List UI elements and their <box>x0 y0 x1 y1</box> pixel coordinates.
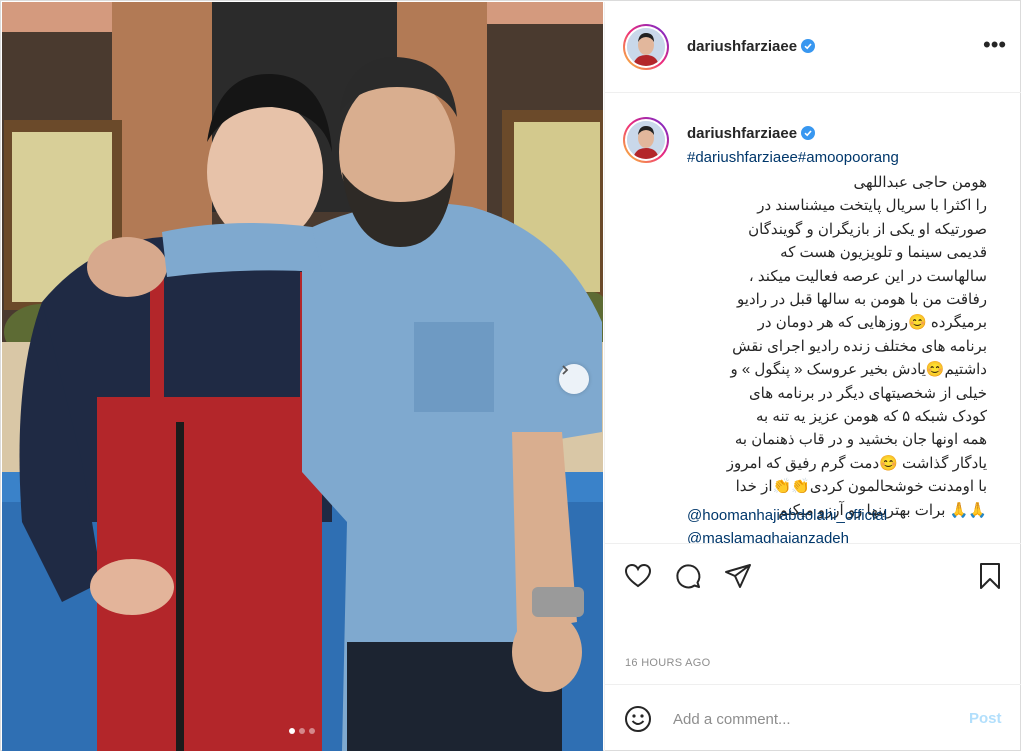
caption-line: با اومدنت خوشحالمون کردی👏👏از خدا <box>735 478 987 496</box>
like-heart-icon[interactable] <box>623 561 653 591</box>
caption-line: سالهاست در این عرصه فعالیت میکند ، <box>748 267 987 285</box>
username-text[interactable]: dariushfarziaee <box>687 125 797 142</box>
save-bookmark-icon[interactable] <box>975 561 1005 591</box>
caption-line: برمیگرده 😊روزهایی که هر دومان در <box>757 314 987 332</box>
verified-badge-icon <box>801 126 816 140</box>
next-photo-button[interactable] <box>559 364 589 394</box>
avatar-image <box>627 121 665 159</box>
caption-line: یادگار گذاشت 😊دمت گرم رفیق که امروز <box>726 454 987 472</box>
comment-form: Post <box>605 686 1021 751</box>
caption-line: رفاقت من با هومن به سالها قبل در رادیو <box>737 291 987 309</box>
carousel-dot <box>289 728 295 734</box>
caption-line: را اکثرا با سریال پایتخت میشناسند در <box>757 197 987 215</box>
caption-line: صورتیکه او یکی از بازیگران و گویندگان <box>748 220 987 238</box>
post-caption: dariushfarziaee #dariushfarziaee#amoopoo… <box>605 94 1021 543</box>
post-actions: 16 HOURS AGO <box>605 543 1021 685</box>
emoji-icon[interactable] <box>623 704 653 734</box>
post-timestamp[interactable]: 16 HOURS AGO <box>625 657 711 669</box>
carousel-dot <box>309 728 315 734</box>
post-header: dariushfarziaee ••• <box>605 2 1021 93</box>
post-dialog: dariushfarziaee ••• dariushfarziaee #dar… <box>0 0 1021 751</box>
caption-line: داشتیم😊یادش بخیر عروسک « پنگول » و <box>730 361 987 379</box>
carousel-dot <box>299 728 305 734</box>
post-comment-button[interactable]: Post <box>969 710 1002 727</box>
caption-username[interactable]: dariushfarziaee <box>687 125 816 142</box>
caption-line: هومن حاجی عبداللهی <box>853 174 987 191</box>
header-username[interactable]: dariushfarziaee <box>687 38 816 55</box>
avatar-image <box>627 28 665 66</box>
caption-line: خیلی از شخصیتهای دیگر در برنامه های <box>748 384 987 402</box>
comment-input[interactable] <box>673 708 953 730</box>
username-text[interactable]: dariushfarziaee <box>687 38 797 55</box>
caption-text: هومن حاجی عبداللهی را اکثرا با سریال پای… <box>687 171 987 522</box>
comment-icon[interactable] <box>673 561 703 591</box>
photo-illustration <box>2 2 603 751</box>
caption-hashtags[interactable]: #dariushfarziaee#amoopoorang <box>687 149 899 166</box>
avatar[interactable] <box>623 117 669 163</box>
verified-badge-icon <box>801 39 816 53</box>
caption-mention[interactable]: @hoomanhajiabdolahi_official <box>687 507 887 524</box>
caption-mention[interactable]: @maslamaghaianzadeh <box>687 530 849 543</box>
share-paper-plane-icon[interactable] <box>723 561 753 591</box>
avatar[interactable] <box>623 24 669 70</box>
chevron-right-icon <box>562 365 569 375</box>
caption-line: همه اونها جان بخشید و در قاب ذهنمان به <box>734 431 987 449</box>
caption-line: قدیمی سینما و تلویزیون هست که <box>780 244 987 262</box>
carousel-indicator <box>289 728 315 734</box>
caption-line: کودک شبکه ۵ که هومن عزیز یه تنه به <box>756 408 987 426</box>
caption-line: برنامه های مختلف زنده رادیو اجرای نقش <box>732 337 987 355</box>
more-options-icon[interactable]: ••• <box>983 34 1006 56</box>
post-side-panel: dariushfarziaee ••• dariushfarziaee #dar… <box>604 2 1021 751</box>
post-photo[interactable] <box>2 2 603 751</box>
